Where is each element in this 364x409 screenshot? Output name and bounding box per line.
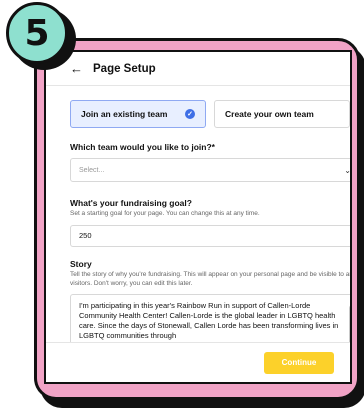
create-team-label: Create your own team — [225, 109, 314, 119]
goal-input[interactable]: 250 — [70, 224, 350, 247]
step-badge: 5 — [6, 2, 68, 64]
story-label: Story — [70, 258, 92, 269]
checkmark-icon: ✓ — [185, 109, 195, 119]
story-text: I'm participating in this year's Rainbow… — [79, 301, 339, 340]
page-header: ← Page Setup — [46, 52, 350, 86]
scroll-up-icon[interactable]: ▲ — [349, 297, 350, 303]
page-footer: Continue — [46, 342, 350, 382]
team-select-placeholder: Select... — [79, 166, 105, 174]
scroll-thumb[interactable] — [349, 305, 350, 348]
chevron-down-icon: ⌄ — [344, 165, 351, 175]
team-toggle: Join an existing team ✓ Create your own … — [70, 100, 350, 128]
goal-value: 250 — [79, 231, 92, 241]
join-team-label: Join an existing team — [81, 109, 168, 119]
join-team-button[interactable]: Join an existing team ✓ — [70, 100, 206, 128]
team-select[interactable]: Select... ⌄ — [70, 158, 351, 182]
form-content: Join an existing team ✓ Create your own … — [70, 100, 352, 359]
arrow-left-icon[interactable]: ← — [70, 61, 83, 76]
page-setup-screen: ← Page Setup Join an existing team ✓ Cre… — [44, 50, 352, 384]
goal-label: What's your fundraising goal? — [70, 198, 192, 208]
continue-button[interactable]: Continue — [264, 351, 334, 374]
team-select-label: Which team would you like to join?* — [70, 142, 215, 152]
story-helper: Tell the story of why you're fundraising… — [70, 270, 352, 287]
page-title: Page Setup — [93, 62, 156, 75]
create-team-button[interactable]: Create your own team — [214, 100, 350, 128]
goal-helper: Set a starting goal for your page. You c… — [70, 210, 260, 217]
